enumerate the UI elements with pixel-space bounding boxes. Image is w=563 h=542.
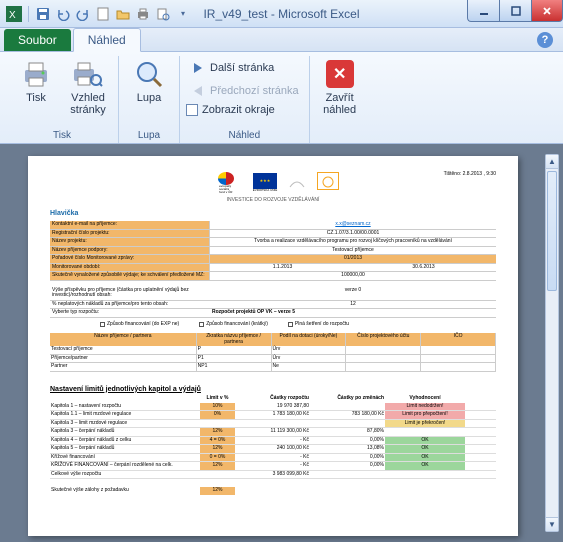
limits-header: Limit v % Částky rozpočtu Částky po změn… xyxy=(50,395,496,403)
opvk-logo xyxy=(317,172,339,190)
scroll-up-icon[interactable]: ▲ xyxy=(546,155,558,169)
esf-logo: evropský sociální fond v ČR xyxy=(207,172,245,194)
preview-group-label: Náhled xyxy=(186,129,303,143)
open-icon[interactable] xyxy=(115,6,131,22)
row-label: Registrační číslo projektu: xyxy=(50,230,210,238)
page-setup-icon xyxy=(72,58,104,90)
check-c: Plná šetření do rozpočtu xyxy=(288,322,349,328)
close-icon: ✕ xyxy=(326,60,354,88)
footer-pct: 12% xyxy=(200,487,235,495)
row-value: 1.1.2013 xyxy=(212,265,353,271)
check-a: Způsob financování (do EXP ne) xyxy=(100,322,179,328)
ministry-logo xyxy=(285,172,309,194)
header-title: Hlavička xyxy=(50,210,496,218)
next-page-button[interactable]: Další stránka xyxy=(186,58,303,78)
table-row: Kapitola 3 – čerpání nákladů12%11 119 30… xyxy=(50,428,496,437)
row-label: Vyberte typ rozpočtu: xyxy=(50,309,210,317)
row-value: x.x@seznam.cz xyxy=(210,221,496,229)
row-label: Skutečně vynaložené způsobilé výdaje; ke… xyxy=(50,272,210,280)
row-label: % neplatových nákladů za příjemce/pro te… xyxy=(50,301,210,309)
maximize-button[interactable] xyxy=(499,0,531,22)
prev-page-button: Předchozí stránka xyxy=(186,81,303,101)
magnifier-icon xyxy=(133,58,165,90)
investice-text: INVESTICE DO ROZVOJE VZDĚLÁVÁNÍ xyxy=(50,198,496,204)
row-value: Tvorba a realizace vzdělávacího programu… xyxy=(210,238,496,246)
window-close-button[interactable] xyxy=(531,0,563,22)
page-setup-button[interactable]: Vzhled stránky xyxy=(64,56,112,116)
show-margins-checkbox[interactable]: Zobrazit okraje xyxy=(186,104,303,116)
table-row: Kapitola 4 – čerpání nákladů z celku4 = … xyxy=(50,437,496,446)
table-row: Příjemce/partnerP1Úrv xyxy=(50,355,496,364)
zoom-button[interactable]: Lupa xyxy=(125,56,173,104)
limits-title: Nastavení limitů jednotlivých kapitol a … xyxy=(50,386,496,394)
show-margins-label: Zobrazit okraje xyxy=(202,104,275,116)
row-value: 12 xyxy=(210,301,496,309)
row-value: Rozpočet projektů OP VK – verze 5 xyxy=(210,309,496,317)
file-tab[interactable]: Soubor xyxy=(4,29,71,51)
page-preview[interactable]: Tištěno: 2.8.2013 , 9:30 evropský sociál… xyxy=(28,156,518,536)
table-row: KŘÍŽOVÉ FINANCOVÁNÍ – čerpání rozdělené … xyxy=(50,462,496,471)
table-row: Kapitola 5 – čerpání nákladů12%240 100,0… xyxy=(50,445,496,454)
row-label: Pořadové číslo Monitorované zprávy: xyxy=(50,255,210,263)
preview-tab[interactable]: Náhled xyxy=(73,28,141,52)
printer-icon xyxy=(20,58,52,90)
row-label: Výše příspěvku pro příjemce (částka pro … xyxy=(50,287,210,300)
table-row: PartnerNP1Ne xyxy=(50,363,496,372)
print-group-label: Tisk xyxy=(53,129,71,143)
undo-icon[interactable] xyxy=(55,6,71,22)
footer-label: Skutečné výše zálohy z požadavku xyxy=(50,487,200,495)
svg-text:X: X xyxy=(9,10,16,21)
help-icon[interactable]: ? xyxy=(537,32,553,48)
row-value: verze 0 xyxy=(210,287,496,300)
preview-area: Tištěno: 2.8.2013 , 9:30 evropský sociál… xyxy=(0,144,563,542)
print-date: Tištěno: 2.8.2013 , 9:30 xyxy=(444,172,496,178)
check-b: Způsob financování (krátký) xyxy=(199,322,268,328)
table-row: Kapitola 1 – nastavení rozpočtu10%19 970… xyxy=(50,403,496,412)
row-value: 100000,00 xyxy=(210,272,496,280)
table-row: Kapitola 3 – limit mzdové regulaceLimit … xyxy=(50,420,496,429)
zoom-group-label: Lupa xyxy=(138,129,160,143)
arrow-right-icon xyxy=(190,60,206,76)
row-value: CZ.1.07/3.1.00/00.0001 xyxy=(210,230,496,238)
scroll-down-icon[interactable]: ▼ xyxy=(546,517,558,531)
redo-icon[interactable] xyxy=(75,6,91,22)
partners-header: Název příjemce / partnera Zkratka názvu … xyxy=(50,333,496,346)
print-label: Tisk xyxy=(26,92,46,104)
excel-app-icon: X xyxy=(6,6,22,22)
zoom-label: Lupa xyxy=(137,92,161,104)
page-setup-label: Vzhled stránky xyxy=(70,92,105,116)
close-preview-label: Zavřít náhled xyxy=(323,92,356,116)
row-label: Kontaktní e-mail na příjemce: xyxy=(50,221,210,229)
scroll-thumb[interactable] xyxy=(547,171,557,291)
row-label: Název příjemce podpory: xyxy=(50,247,210,255)
eu-logo: ★★★ EVROPSKÁ UNIE xyxy=(253,172,278,194)
new-icon[interactable] xyxy=(95,6,111,22)
table-row: Celkové výše rozpočtu3 983 099,80 Kč xyxy=(50,471,496,480)
print-button[interactable]: Tisk xyxy=(12,56,60,104)
vertical-scrollbar[interactable]: ▲ ▼ xyxy=(545,154,559,532)
next-page-label: Další stránka xyxy=(210,62,274,74)
qat-dropdown-icon[interactable]: ▾ xyxy=(175,6,191,22)
checkbox-icon xyxy=(186,104,198,116)
printpreview-icon[interactable] xyxy=(155,6,171,22)
row-value: Testovací příjemce xyxy=(210,247,496,255)
prev-page-label: Předchozí stránka xyxy=(210,85,299,97)
logo-strip: evropský sociální fond v ČR ★★★ EVROPSKÁ… xyxy=(50,172,496,194)
row-label: Název projektu: xyxy=(50,238,210,246)
row-label: Monitorované období: xyxy=(50,264,210,272)
quickprint-icon[interactable] xyxy=(135,6,151,22)
row-value: 30.6.2013 xyxy=(353,265,494,271)
save-icon[interactable] xyxy=(35,6,51,22)
table-row: Kapitola 1.1 – limit mzdové regulace0%1 … xyxy=(50,411,496,420)
minimize-button[interactable] xyxy=(467,0,499,22)
arrow-left-icon xyxy=(190,83,206,99)
close-preview-button[interactable]: ✕ Zavřít náhled xyxy=(316,56,364,116)
table-row: Testovací příjemcePÚrv xyxy=(50,346,496,355)
row-value: 01/2013 xyxy=(210,255,496,263)
